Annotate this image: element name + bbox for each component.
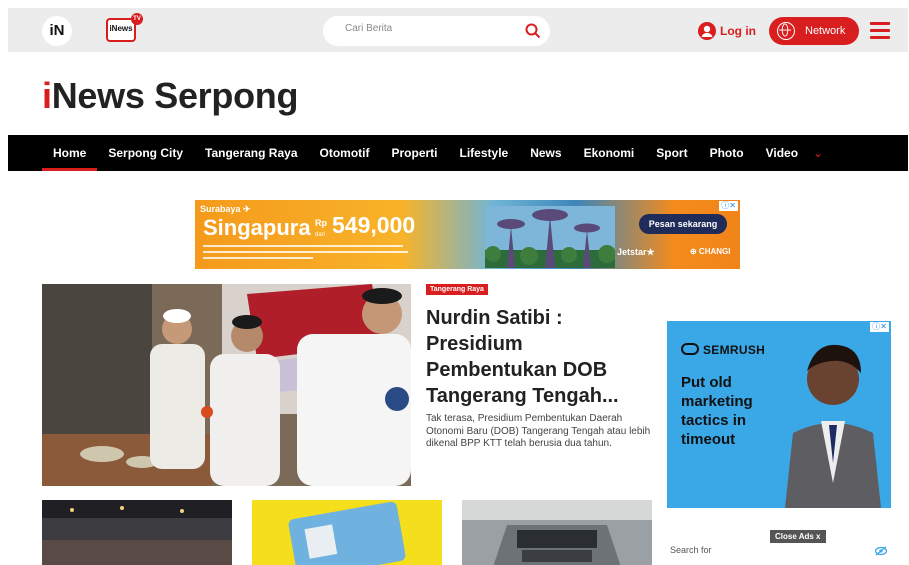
tv-badge: TV: [131, 13, 143, 25]
eye-icon[interactable]: [875, 546, 887, 556]
ad-price-prefix: Rp dari: [315, 218, 327, 238]
inews-logo[interactable]: iN: [42, 16, 72, 46]
category-badge[interactable]: Tangerang Raya: [426, 284, 488, 295]
nav-item-home[interactable]: Home: [42, 135, 98, 171]
user-icon: [698, 22, 716, 40]
site-title-name: News Serpong: [51, 75, 299, 116]
login-label: Log in: [720, 24, 756, 38]
nav-item-otomotif[interactable]: Otomotif: [309, 135, 381, 171]
hero-summary: Tak terasa, Presidium Pembentukan Daerah…: [426, 413, 651, 449]
search-icon[interactable]: [524, 22, 542, 40]
article-thumbnail[interactable]: [42, 500, 232, 565]
supertree-image: [485, 206, 615, 268]
nav-item-lifestyle[interactable]: Lifestyle: [449, 135, 520, 171]
hero-headline[interactable]: Nurdin Satibi : Presidium Pembentukan DO…: [426, 305, 656, 409]
main-nav: Home Serpong City Tangerang Raya Otomoti…: [8, 135, 908, 171]
nav-item-photo[interactable]: Photo: [699, 135, 755, 171]
nav-item-video[interactable]: Video: [755, 135, 809, 171]
close-ads-button[interactable]: Close Ads x: [770, 530, 826, 543]
nav-item-properti[interactable]: Properti: [381, 135, 449, 171]
inews-logo-text: iN: [49, 22, 65, 39]
banner-ad[interactable]: Surabaya ✈ Singapura Rp dari 549,000 Pesa…: [195, 200, 740, 269]
article-thumbnail[interactable]: [252, 500, 442, 565]
top-bar: iN iNews TV Log in Network: [8, 8, 908, 52]
search-box[interactable]: [323, 16, 550, 46]
nav-item-serpong-city[interactable]: Serpong City: [97, 135, 194, 171]
ad-cta-button[interactable]: Pesan sekarang: [639, 214, 727, 234]
ad-price: 549,000: [332, 212, 416, 238]
globe-icon: [777, 22, 795, 40]
ad-airline-line: Surabaya ✈: [200, 204, 251, 214]
login-button[interactable]: Log in: [698, 20, 756, 42]
inews-tv-logo[interactable]: iNews TV: [106, 13, 143, 42]
ad-destination: Singapura: [203, 215, 311, 240]
site-title[interactable]: iNews Serpong: [42, 75, 298, 117]
network-label: Network: [805, 25, 846, 37]
nav-item-ekonomi[interactable]: Ekonomi: [573, 135, 646, 171]
side-ad[interactable]: SEMRUSH Put old marketing tactics in tim…: [667, 321, 891, 508]
ad-partner-changi: ⊕ CHANGI: [690, 247, 731, 256]
search-for-label: Search for: [670, 545, 712, 555]
site-title-prefix: i: [42, 75, 52, 116]
network-button[interactable]: Network: [769, 17, 859, 45]
nav-item-news[interactable]: News: [519, 135, 572, 171]
ad-choices-icon[interactable]: ⓘ✕: [870, 322, 889, 332]
inews-tv-logo-text: iNews: [109, 24, 133, 33]
nav-item-tangerang-raya[interactable]: Tangerang Raya: [194, 135, 308, 171]
search-input[interactable]: [345, 23, 515, 34]
boy-image: [785, 344, 881, 508]
article-thumbnail[interactable]: [462, 500, 652, 565]
hamburger-menu-icon[interactable]: [870, 22, 890, 39]
hero-article-image[interactable]: [42, 284, 411, 486]
nav-item-sport[interactable]: Sport: [645, 135, 698, 171]
ad-choices-icon[interactable]: ⓘ✕: [719, 201, 738, 211]
page: iN iNews TV Log in Network iNews Serp: [0, 0, 909, 565]
semrush-logo: SEMRUSH: [681, 343, 765, 357]
chevron-down-icon[interactable]: ⌄: [813, 146, 823, 160]
ad-fine-print: [203, 244, 423, 265]
ad-partner-jetstar: Jetstar★: [617, 247, 655, 257]
